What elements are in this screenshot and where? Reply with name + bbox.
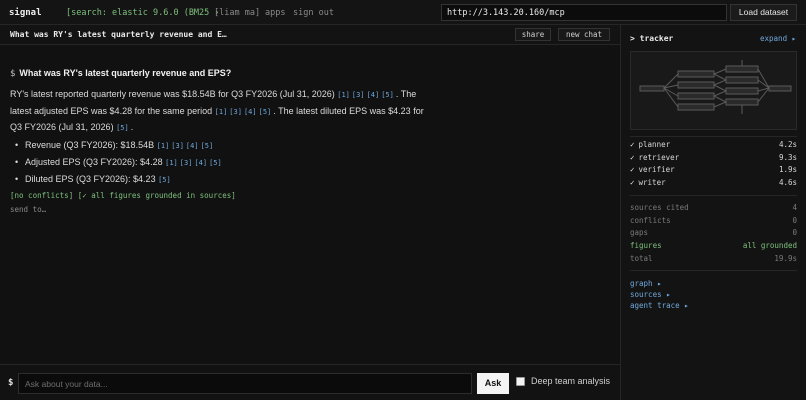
chat-transcript: $ What was RY's latest quarterly revenue … — [0, 46, 620, 364]
citation-group: [1] [3] [4] [5] — [215, 106, 274, 116]
ask-button[interactable]: Ask — [477, 373, 509, 394]
answer-paragraph: RY's latest reported quarterly revenue w… — [10, 87, 430, 137]
citation-link[interactable]: [5] — [259, 108, 272, 116]
input-bar: $ Ask Deep team analysis — [0, 364, 620, 400]
search-engine-tag[interactable]: [search: elastic 9.6.0 (BM25 › — [66, 8, 220, 18]
stat-value: 19.9s — [774, 254, 797, 263]
citation-link[interactable]: [5] — [158, 176, 171, 184]
agent-name: planner — [638, 140, 671, 149]
answer-sentence-end: . — [130, 122, 134, 132]
ask-input[interactable] — [18, 373, 472, 394]
divider — [630, 270, 797, 271]
new-chat-button[interactable]: new chat — [558, 28, 610, 41]
agent-time: 4.2s — [778, 140, 797, 149]
agent-time: 4.6s — [778, 178, 797, 187]
stat-figures: figures all grounded — [630, 241, 797, 253]
stat-label: gaps — [630, 228, 649, 237]
agent-row-planner[interactable]: ✓ planner 4.2s — [630, 140, 797, 152]
agent-time: 1.9s — [778, 165, 797, 174]
agent-name: writer — [638, 178, 666, 187]
send-to-link[interactable]: send to… — [10, 205, 46, 214]
agent-name: verifier — [638, 165, 675, 174]
list-item: Adjusted EPS (Q3 FY2026): $4.28 [1][3][4… — [15, 154, 224, 171]
citation-link[interactable]: [3] — [171, 142, 184, 150]
mcp-url-input[interactable] — [441, 4, 727, 21]
load-dataset-button[interactable]: Load dataset — [730, 4, 797, 21]
stat-total: total 19.9s — [630, 254, 797, 266]
bullet-text: Diluted EPS (Q3 FY2026): $4.23 — [25, 174, 156, 184]
answer-sentence-end: . The — [395, 89, 417, 99]
answer-sentence: latest adjusted EPS was $4.28 for the sa… — [10, 105, 213, 116]
bullet-text: Revenue (Q3 FY2026): $18.54B — [25, 140, 155, 150]
stat-value: 0 — [792, 216, 797, 225]
stat-label: figures — [630, 241, 662, 250]
tracker-title: > tracker — [630, 34, 674, 43]
check-icon: ✓ — [630, 178, 635, 187]
citation-link[interactable]: [1] — [337, 91, 350, 99]
citation-link[interactable]: [4] — [367, 91, 380, 99]
divider — [630, 195, 797, 196]
agent-trace-link[interactable]: agent trace ▸ — [630, 301, 689, 310]
agent-row-retriever[interactable]: ✓ retriever 9.3s — [630, 153, 797, 165]
sign-out-link[interactable]: sign out — [293, 8, 334, 18]
list-item: Revenue (Q3 FY2026): $18.54B [1][3][4][5… — [15, 137, 224, 154]
chat-header: What was RY's latest quarterly revenue a… — [0, 25, 620, 45]
user-question: $ What was RY's latest quarterly revenue … — [10, 68, 231, 79]
prompt-symbol: $ — [8, 378, 14, 388]
citation-link[interactable]: [1] — [157, 142, 170, 150]
stat-value: all grounded — [742, 241, 797, 250]
share-button[interactable]: share — [515, 28, 551, 41]
citation-link[interactable]: [3] — [229, 108, 242, 116]
agent-name: retriever — [638, 153, 680, 162]
sources-link[interactable]: sources ▸ — [630, 290, 671, 299]
nav-apps-link[interactable]: apps — [265, 8, 285, 18]
verification-status: [no conflicts] [✓ all figures grounded i… — [10, 191, 236, 200]
answer-sentence-end: . The latest diluted EPS was $4.23 — [273, 105, 411, 116]
stat-sources-cited: sources cited 4 — [630, 203, 797, 215]
graph-thumbnail[interactable] — [630, 51, 797, 130]
citation-link[interactable]: [5] — [201, 142, 214, 150]
check-icon: ✓ — [630, 165, 635, 174]
stat-value: 0 — [792, 228, 797, 237]
stat-label: sources cited — [630, 203, 689, 212]
agent-graph-preview — [639, 60, 792, 114]
app-brand: signal — [9, 8, 42, 18]
citation-link[interactable]: [1] — [215, 108, 228, 116]
citation-group: [1] [3] [4] [5] — [337, 89, 396, 99]
bullet-text: Adjusted EPS (Q3 FY2026): $4.28 — [25, 157, 163, 167]
graph-link[interactable]: graph ▸ — [630, 279, 662, 288]
stat-value: 4 — [792, 203, 797, 212]
answer-sentence: RY's latest reported quarterly revenue w… — [10, 89, 335, 99]
stat-label: total — [630, 254, 653, 263]
expand-link[interactable]: expand ▸ — [760, 34, 796, 43]
deep-analysis-checkbox[interactable] — [516, 377, 525, 386]
agent-row-writer[interactable]: ✓ writer 4.6s — [630, 178, 797, 190]
prompt-symbol: $ — [10, 69, 16, 79]
list-item: Diluted EPS (Q3 FY2026): $4.23 [5] — [15, 171, 224, 188]
stat-gaps: gaps 0 — [630, 228, 797, 240]
citation-link[interactable]: [4] — [194, 159, 207, 167]
check-icon: ✓ — [630, 140, 635, 149]
check-icon: ✓ — [630, 153, 635, 162]
citation-link[interactable]: [3] — [180, 159, 193, 167]
citation-link[interactable]: [3] — [352, 91, 365, 99]
citation-link[interactable]: [4] — [186, 142, 199, 150]
agent-row-verifier[interactable]: ✓ verifier 1.9s — [630, 165, 797, 177]
citation-link[interactable]: [5] — [381, 91, 394, 99]
citation-link[interactable]: [1] — [165, 159, 178, 167]
deep-analysis-label[interactable]: Deep team analysis — [531, 376, 610, 386]
top-bar: signal [search: elastic 9.6.0 (BM25 › [l… — [0, 0, 806, 25]
agent-time: 9.3s — [778, 153, 797, 162]
stat-conflicts: conflicts 0 — [630, 216, 797, 228]
answer-bullets: Revenue (Q3 FY2026): $18.54B [1][3][4][5… — [15, 137, 224, 188]
citation-link[interactable]: [5] — [209, 159, 222, 167]
citation-link[interactable]: [5] — [116, 124, 129, 132]
divider — [630, 136, 797, 137]
stat-label: conflicts — [630, 216, 671, 225]
citation-link[interactable]: [4] — [244, 108, 257, 116]
user-tag[interactable]: [liam ma] — [214, 8, 260, 18]
question-text: What was RY's latest quarterly revenue a… — [19, 68, 232, 78]
chat-title: What was RY's latest quarterly revenue a… — [10, 30, 227, 39]
tracker-panel: > tracker expand ▸ ✓ planner 4.2s ✓ retr… — [620, 25, 806, 400]
